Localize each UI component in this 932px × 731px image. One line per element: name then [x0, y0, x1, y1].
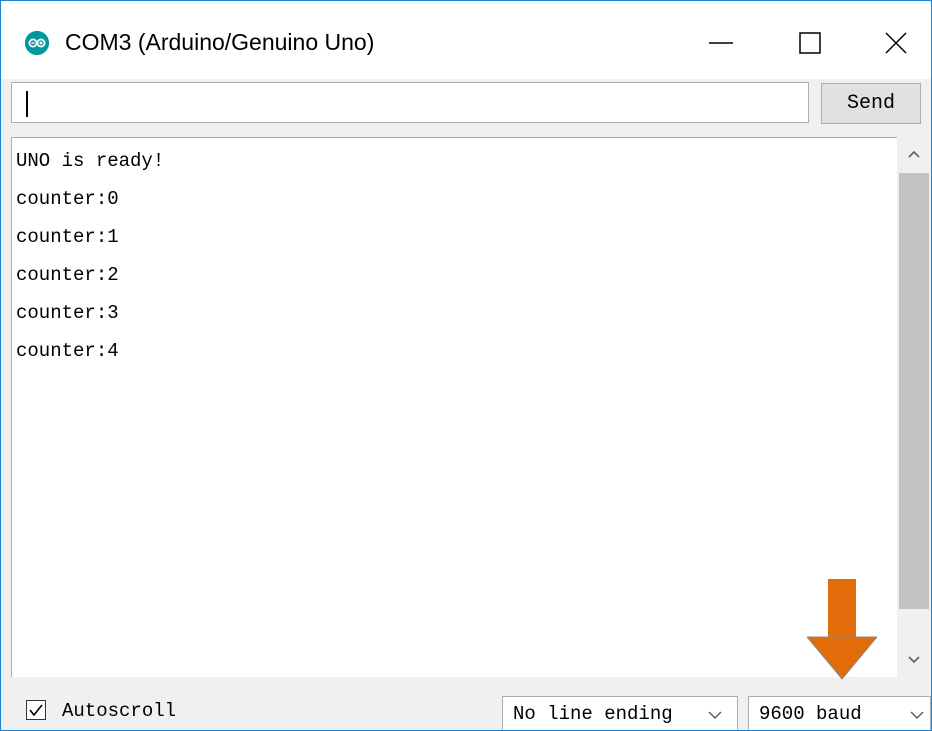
output-line: counter:1: [16, 226, 119, 248]
scroll-down-button[interactable]: [897, 643, 931, 677]
maximize-icon: [799, 32, 821, 54]
autoscroll-label[interactable]: Autoscroll: [62, 700, 176, 722]
output-lines: UNO is ready! counter:0 counter:1 counte…: [16, 150, 164, 378]
title-bar[interactable]: COM3 (Arduino/Genuino Uno): [1, 1, 931, 79]
bottom-bar: Autoscroll No line ending 9600 baud: [1, 677, 931, 730]
minimize-icon: [709, 42, 733, 44]
autoscroll-checkbox[interactable]: [26, 700, 46, 720]
annotation-arrow-icon: [807, 579, 877, 680]
baud-rate-select[interactable]: 9600 baud: [748, 696, 931, 730]
send-row: Send: [1, 79, 931, 135]
close-button[interactable]: [843, 1, 931, 79]
chevron-down-icon: [708, 711, 722, 720]
minimize-button[interactable]: [677, 1, 765, 79]
chevron-down-icon: [910, 711, 924, 720]
output-line: counter:2: [16, 264, 119, 286]
scroll-thumb[interactable]: [899, 173, 929, 609]
output-line: counter:0: [16, 188, 119, 210]
vertical-scrollbar[interactable]: [897, 137, 931, 677]
serial-output-area[interactable]: UNO is ready! counter:0 counter:1 counte…: [11, 137, 931, 677]
maximize-button[interactable]: [765, 1, 853, 79]
line-ending-select[interactable]: No line ending: [502, 696, 738, 730]
scroll-up-button[interactable]: [897, 137, 931, 171]
output-line: UNO is ready!: [16, 150, 165, 172]
serial-monitor-window: COM3 (Arduino/Genuino Uno) Send UNO is r…: [0, 0, 932, 731]
arduino-logo-icon: [25, 31, 49, 55]
chevron-down-icon: [908, 656, 920, 664]
text-caret: [26, 91, 28, 117]
line-ending-value: No line ending: [513, 703, 673, 725]
send-button[interactable]: Send: [821, 83, 921, 124]
close-icon: [885, 32, 907, 54]
window-title: COM3 (Arduino/Genuino Uno): [65, 29, 375, 55]
output-line: counter:3: [16, 302, 119, 324]
chevron-up-icon: [908, 150, 920, 158]
send-input[interactable]: [11, 82, 809, 123]
checkmark-icon: [29, 704, 43, 717]
output-line: counter:4: [16, 340, 119, 362]
baud-rate-value: 9600 baud: [759, 703, 862, 725]
